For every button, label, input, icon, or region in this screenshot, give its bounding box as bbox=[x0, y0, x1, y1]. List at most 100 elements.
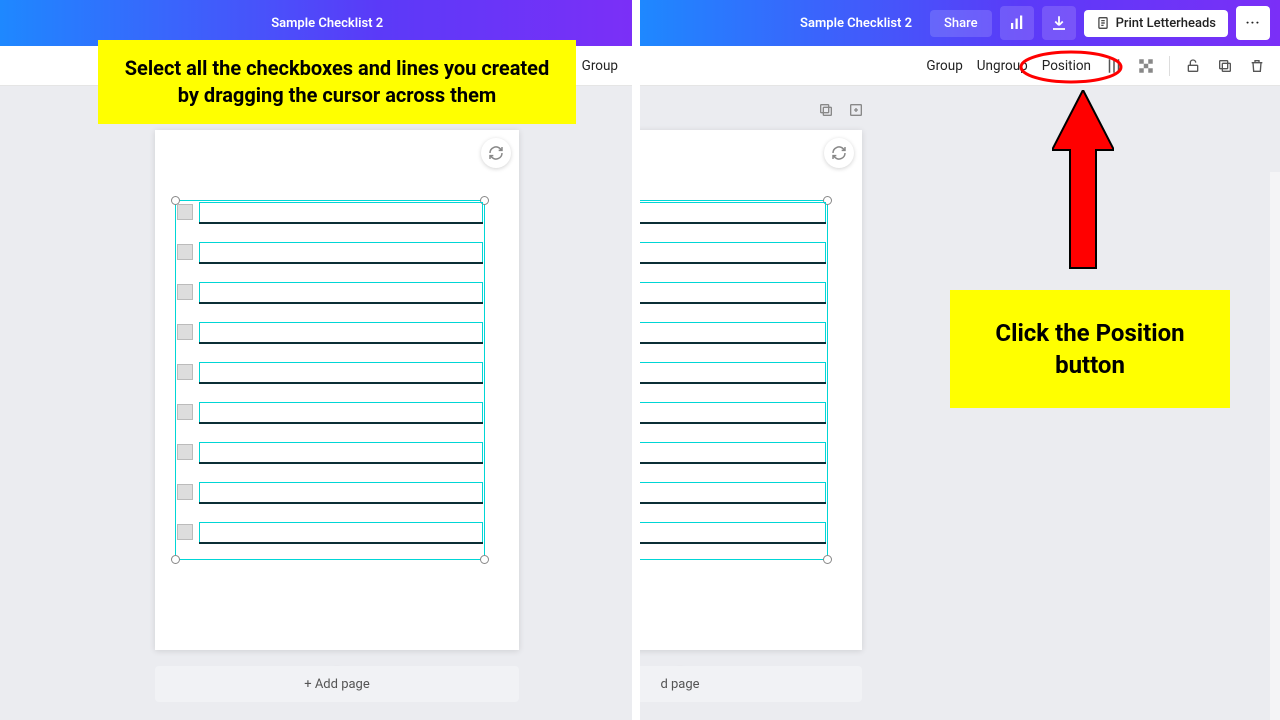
instruction-callout-select: Select all the checkboxes and lines you … bbox=[98, 40, 576, 124]
checklist-row[interactable] bbox=[177, 362, 483, 384]
line-bounding-box[interactable] bbox=[199, 362, 483, 384]
checklist-row[interactable] bbox=[177, 322, 483, 344]
line-element[interactable] bbox=[199, 422, 483, 424]
line-element[interactable] bbox=[199, 222, 483, 224]
checklist-row[interactable] bbox=[640, 402, 826, 424]
page-tools bbox=[816, 100, 866, 120]
line-bounding-box[interactable] bbox=[199, 242, 483, 264]
add-page-icon[interactable] bbox=[846, 100, 866, 120]
checklist-row[interactable] bbox=[177, 522, 483, 544]
top-bar: Sample Checklist 2 Share Print Letterhea… bbox=[640, 0, 1280, 46]
checkbox-element[interactable] bbox=[177, 364, 193, 380]
share-button[interactable]: Share bbox=[930, 10, 992, 37]
line-element[interactable] bbox=[199, 502, 483, 504]
line-element[interactable] bbox=[199, 382, 483, 384]
checklist-row[interactable] bbox=[177, 202, 483, 224]
line-element[interactable] bbox=[640, 462, 826, 464]
sync-icon[interactable] bbox=[481, 138, 511, 168]
checkbox-element[interactable] bbox=[177, 244, 193, 260]
line-bounding-box[interactable] bbox=[640, 202, 826, 224]
download-icon[interactable] bbox=[1042, 6, 1076, 40]
design-page[interactable] bbox=[155, 130, 519, 650]
style-icon[interactable] bbox=[1105, 57, 1123, 75]
line-bounding-box[interactable] bbox=[640, 242, 826, 264]
instruction-callout-position: Click the Position button bbox=[950, 290, 1230, 408]
checklist-row[interactable] bbox=[177, 402, 483, 424]
checkbox-element[interactable] bbox=[177, 484, 193, 500]
checklist-row[interactable] bbox=[177, 482, 483, 504]
checklist-group[interactable] bbox=[177, 202, 483, 562]
context-toolbar: Group Ungroup Position bbox=[640, 46, 1280, 86]
add-page-button[interactable]: + Add page bbox=[155, 666, 519, 702]
checklist-row[interactable] bbox=[177, 282, 483, 304]
design-page[interactable] bbox=[640, 130, 862, 650]
doc-title: Sample Checklist 2 bbox=[800, 16, 912, 31]
more-menu-icon[interactable]: ··· bbox=[1236, 6, 1270, 40]
line-bounding-box[interactable] bbox=[640, 442, 826, 464]
line-bounding-box[interactable] bbox=[640, 402, 826, 424]
panel-divider bbox=[632, 0, 640, 720]
line-bounding-box[interactable] bbox=[199, 522, 483, 544]
line-element[interactable] bbox=[640, 342, 826, 344]
trash-icon[interactable] bbox=[1248, 57, 1266, 75]
sync-icon[interactable] bbox=[824, 138, 854, 168]
line-bounding-box[interactable] bbox=[640, 362, 826, 384]
checklist-row[interactable] bbox=[177, 442, 483, 464]
line-bounding-box[interactable] bbox=[640, 482, 826, 504]
line-bounding-box[interactable] bbox=[199, 482, 483, 504]
transparency-icon[interactable] bbox=[1137, 57, 1155, 75]
group-button[interactable]: Group bbox=[926, 58, 962, 74]
canvas-area[interactable]: + Add page bbox=[0, 86, 632, 720]
add-page-button[interactable]: d page bbox=[640, 666, 862, 702]
doc-title: Sample Checklist 2 bbox=[271, 16, 383, 31]
duplicate-icon[interactable] bbox=[1216, 57, 1234, 75]
checklist-row[interactable] bbox=[640, 242, 826, 264]
checkbox-element[interactable] bbox=[177, 524, 193, 540]
position-button[interactable]: Position bbox=[1042, 58, 1091, 74]
line-bounding-box[interactable] bbox=[199, 282, 483, 304]
checklist-row[interactable] bbox=[177, 242, 483, 264]
line-bounding-box[interactable] bbox=[640, 322, 826, 344]
checklist-row[interactable] bbox=[640, 442, 826, 464]
line-element[interactable] bbox=[199, 262, 483, 264]
checklist-row[interactable] bbox=[640, 322, 826, 344]
line-bounding-box[interactable] bbox=[199, 402, 483, 424]
line-element[interactable] bbox=[640, 302, 826, 304]
checklist-row[interactable] bbox=[640, 202, 826, 224]
checklist-group[interactable] bbox=[640, 202, 826, 562]
print-label: Print Letterheads bbox=[1116, 16, 1216, 31]
duplicate-page-icon[interactable] bbox=[816, 100, 836, 120]
line-element[interactable] bbox=[640, 262, 826, 264]
line-element[interactable] bbox=[199, 542, 483, 544]
ungroup-button[interactable]: Ungroup bbox=[977, 58, 1028, 74]
lock-icon[interactable] bbox=[1184, 57, 1202, 75]
line-element[interactable] bbox=[199, 462, 483, 464]
line-bounding-box[interactable] bbox=[199, 322, 483, 344]
checkbox-element[interactable] bbox=[177, 444, 193, 460]
line-bounding-box[interactable] bbox=[199, 202, 483, 224]
checkbox-element[interactable] bbox=[177, 324, 193, 340]
checklist-row[interactable] bbox=[640, 362, 826, 384]
line-bounding-box[interactable] bbox=[640, 282, 826, 304]
line-element[interactable] bbox=[640, 502, 826, 504]
line-element[interactable] bbox=[199, 302, 483, 304]
checkbox-element[interactable] bbox=[177, 204, 193, 220]
checkbox-element[interactable] bbox=[177, 284, 193, 300]
checkbox-element[interactable] bbox=[177, 404, 193, 420]
line-element[interactable] bbox=[640, 422, 826, 424]
line-element[interactable] bbox=[640, 382, 826, 384]
line-element[interactable] bbox=[640, 222, 826, 224]
checklist-row[interactable] bbox=[640, 482, 826, 504]
line-bounding-box[interactable] bbox=[199, 442, 483, 464]
red-arrow-up bbox=[1052, 90, 1114, 270]
line-bounding-box[interactable] bbox=[640, 522, 826, 544]
print-letterheads-button[interactable]: Print Letterheads bbox=[1084, 10, 1228, 37]
checklist-row[interactable] bbox=[640, 282, 826, 304]
group-button[interactable]: Group bbox=[582, 58, 618, 74]
line-element[interactable] bbox=[640, 542, 826, 544]
line-element[interactable] bbox=[199, 342, 483, 344]
vertical-scrollbar[interactable] bbox=[1270, 172, 1280, 720]
toolbar-separator bbox=[1169, 56, 1170, 76]
analytics-icon[interactable] bbox=[1000, 6, 1034, 40]
checklist-row[interactable] bbox=[640, 522, 826, 544]
